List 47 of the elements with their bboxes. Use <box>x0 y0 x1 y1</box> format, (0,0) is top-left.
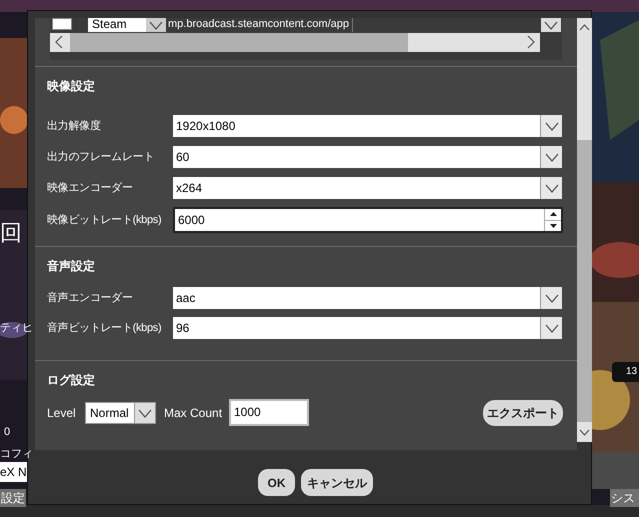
background-text: ティヒ <box>0 321 33 336</box>
section-title: 音声設定 <box>47 258 95 275</box>
background-tab[interactable]: 設定 <box>0 489 26 507</box>
cancel-button[interactable]: キャンセル <box>301 469 373 496</box>
dropdown[interactable]: x264 <box>173 177 562 199</box>
background-text: 回 <box>0 222 22 244</box>
ok-button[interactable]: OK <box>258 469 295 496</box>
background-tab[interactable]: シス <box>610 489 639 507</box>
checkbox[interactable] <box>52 18 72 30</box>
vertical-scrollbar[interactable] <box>577 18 592 442</box>
section-title: ログ設定 <box>47 372 95 389</box>
field-label: 映像エンコーダー <box>47 181 133 196</box>
dropdown[interactable]: 60 <box>173 146 562 168</box>
chevron-down-icon[interactable] <box>544 122 558 130</box>
export-button[interactable]: エクスポート <box>483 400 563 426</box>
field-label: 出力のフレームレート <box>47 150 154 165</box>
chevron-down-icon[interactable] <box>544 324 558 332</box>
scroll-right-icon[interactable] <box>527 35 535 49</box>
field-label: 出力解像度 <box>47 118 101 134</box>
chevron-down-icon[interactable] <box>544 184 558 192</box>
dropdown[interactable]: 1920x1080 <box>173 115 562 137</box>
background-text: 0 <box>4 425 10 440</box>
dropdown[interactable]: 96 <box>173 317 562 339</box>
service-dropdown[interactable]: Steam <box>88 18 166 32</box>
chevron-down-icon[interactable] <box>149 20 163 30</box>
number-field[interactable]: 6000 <box>173 207 563 233</box>
scroll-left-icon[interactable] <box>55 35 63 49</box>
level-dropdown[interactable]: Normal <box>85 402 156 424</box>
field-label: 音声エンコーダー <box>47 290 133 306</box>
chevron-down-icon[interactable] <box>544 294 558 302</box>
time-badge: 13 <box>612 362 639 382</box>
section-title: 映像設定 <box>47 78 95 95</box>
chevron-down-icon[interactable] <box>544 152 558 162</box>
background-field[interactable]: eX N <box>0 462 27 482</box>
dropdown[interactable]: aac <box>173 287 562 309</box>
horizontal-scrollbar[interactable] <box>50 33 540 52</box>
field-label: 音声ビットレート(kbps) <box>47 320 162 336</box>
scroll-down-icon[interactable] <box>579 429 590 436</box>
scroll-up-icon[interactable] <box>579 24 590 31</box>
chevron-down-icon[interactable] <box>544 20 558 30</box>
field-label: 映像ビットレート(kbps) <box>47 213 162 228</box>
count-field[interactable]: 1000 <box>229 399 309 426</box>
background-text: コフィ <box>0 447 33 462</box>
url-cell: mp.broadcast.steamcontent.com/app <box>168 18 353 32</box>
chevron-down-icon[interactable] <box>138 408 152 418</box>
field-label: Max Count <box>164 405 222 422</box>
field-label: Level <box>47 405 76 422</box>
